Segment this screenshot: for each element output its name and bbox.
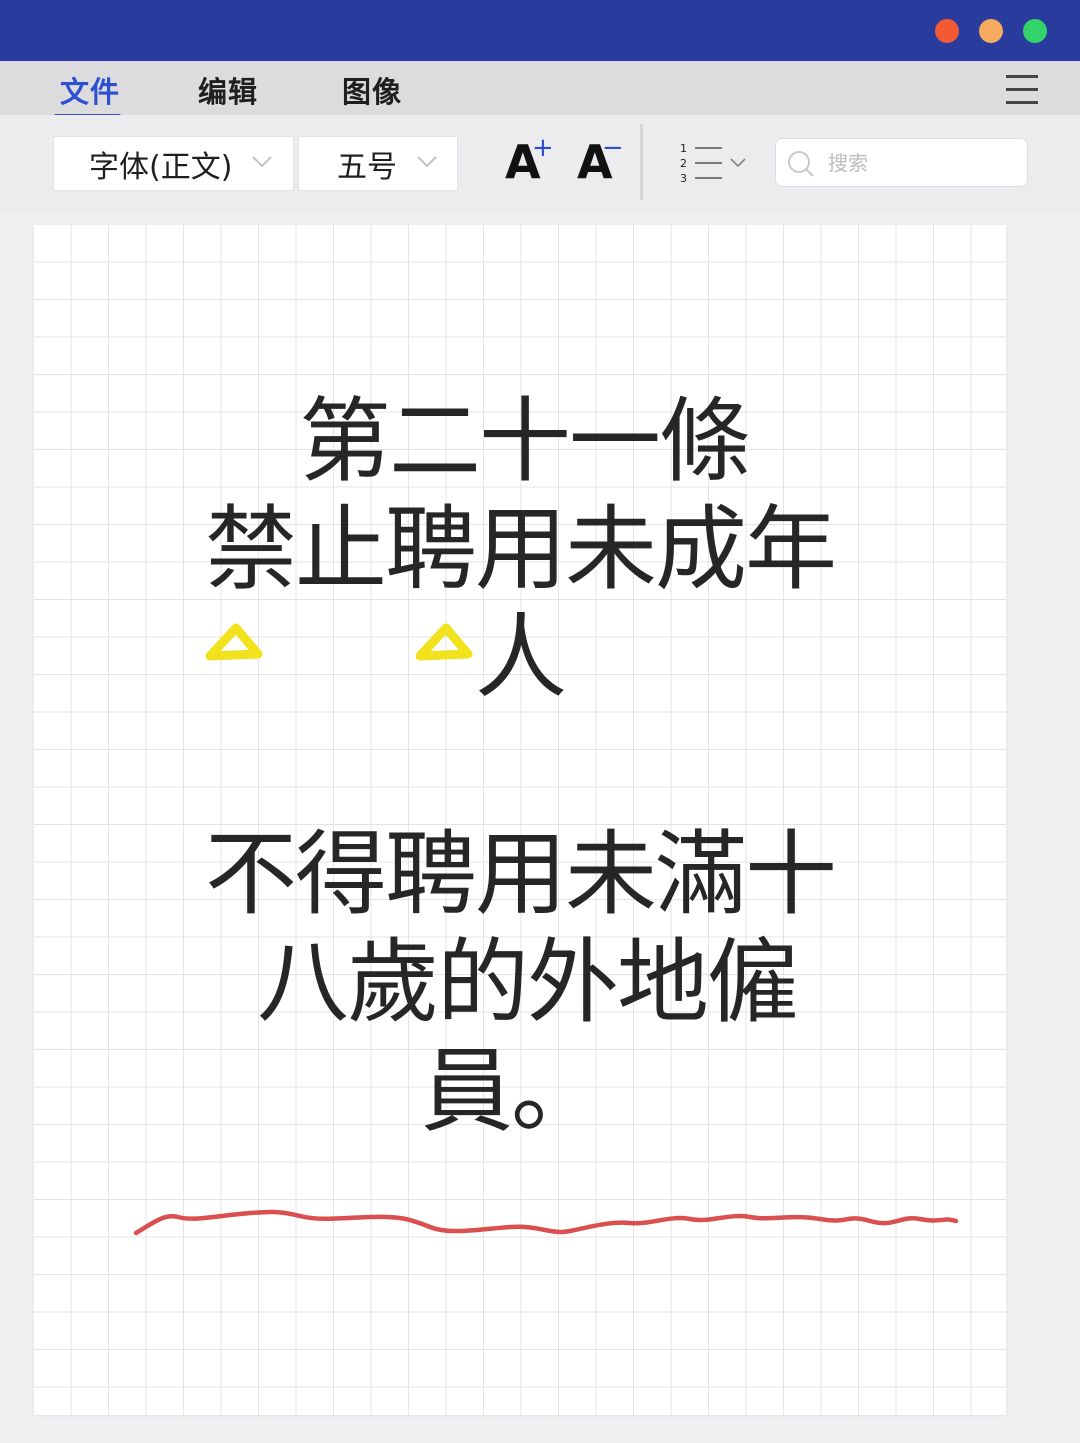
document-line-heading: 第二十一條 (298, 388, 751, 495)
document-line: 禁止聘用未成年 (204, 496, 837, 603)
window-titlebar (0, 0, 1080, 61)
font-family-dropdown[interactable]: 字体(正文) (53, 136, 294, 191)
red-wavy-underline (133, 1209, 959, 1236)
yellow-triangle-mark (205, 623, 263, 661)
list-number-1: 1 (680, 142, 687, 155)
font-size-value: 五号 (337, 149, 397, 185)
document-line: 人 (474, 604, 567, 711)
document-line: 八歲的外地僱 (256, 929, 799, 1036)
menu-item-edit[interactable]: 编辑 (198, 69, 258, 111)
plus-icon: + (532, 133, 554, 163)
minimize-window-button[interactable] (979, 19, 1003, 43)
menu-item-image[interactable]: 图像 (342, 69, 402, 111)
close-window-button[interactable] (935, 19, 959, 43)
numbered-list-icon: 1 2 3 (680, 142, 746, 185)
document-line: 不得聘用未滿十 (204, 821, 837, 928)
zoom-window-button[interactable] (1023, 19, 1047, 43)
menu-item-file[interactable]: 文件 (60, 69, 120, 111)
minus-icon: − (602, 133, 624, 163)
chevron-down-icon (417, 156, 437, 168)
increase-font-size-button[interactable]: A + (505, 135, 554, 185)
search-input[interactable] (828, 139, 1018, 186)
document-line: 員。 (420, 1038, 603, 1145)
list-number-2: 2 (680, 157, 687, 170)
font-family-value: 字体(正文) (89, 149, 233, 185)
decrease-font-size-button[interactable]: A − (577, 135, 624, 185)
yellow-triangle-mark (415, 623, 473, 661)
list-number-3: 3 (680, 172, 687, 185)
search-icon (788, 151, 814, 177)
chevron-down-icon (730, 158, 746, 168)
search-box[interactable] (775, 138, 1028, 187)
font-size-dropdown[interactable]: 五号 (298, 136, 458, 191)
numbered-list-button[interactable]: 1 2 3 (676, 140, 750, 186)
menu-bar: 文件 编辑 图像 (0, 61, 1080, 115)
chevron-down-icon (252, 156, 272, 168)
document-page[interactable]: 第二十一條 禁止聘用未成年 人 不得聘用未滿十 八歲的外地僱 員。 (34, 225, 1006, 1415)
hamburger-menu-icon[interactable] (1006, 75, 1040, 105)
toolbar-divider (640, 124, 643, 200)
